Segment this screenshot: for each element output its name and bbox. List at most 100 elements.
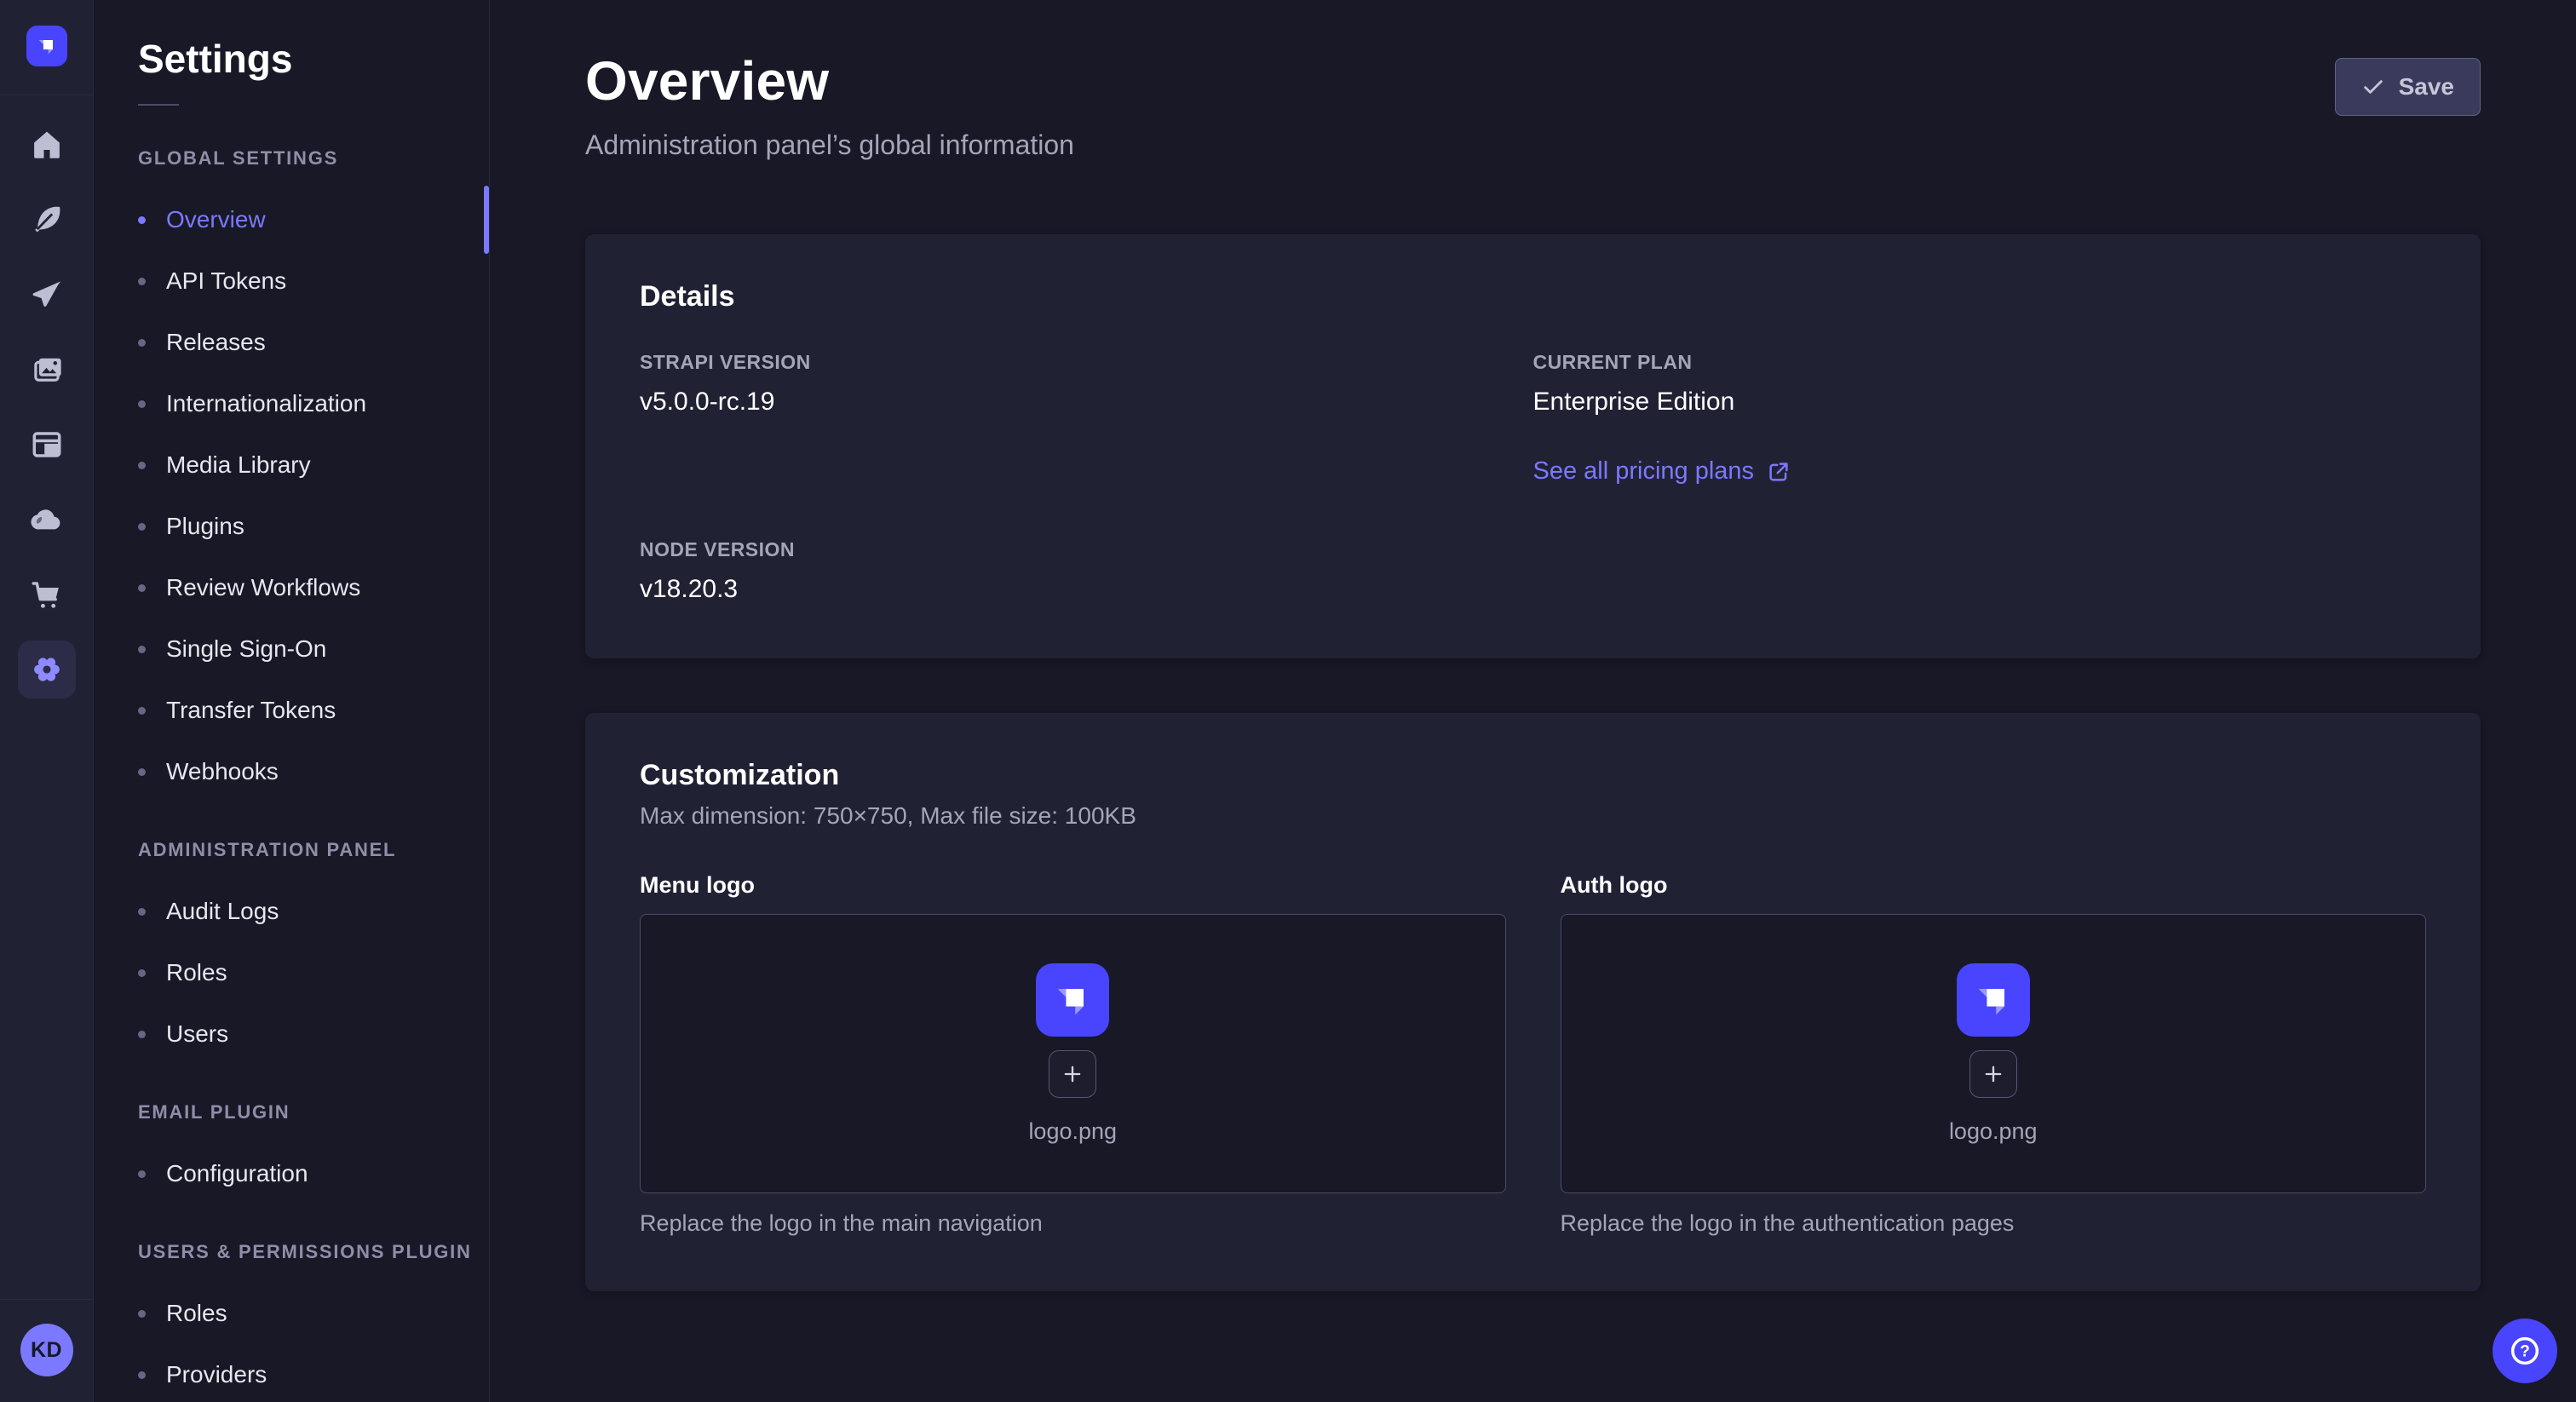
auth-logo-hint: Replace the logo in the authentication p… <box>1561 1210 2427 1237</box>
section-users-permissions-plugin: USERS & PERMISSIONS PLUGIN <box>94 1221 489 1283</box>
nav-content-type-builder-button[interactable] <box>0 407 94 482</box>
question-mark-icon: ? <box>2507 1333 2543 1369</box>
settings-nav-item-roles-admin[interactable]: Roles <box>94 942 489 1003</box>
settings-subnav: Settings GLOBAL SETTINGS Overview API To… <box>94 0 490 1402</box>
customization-card: Customization Max dimension: 750×750, Ma… <box>585 713 2481 1291</box>
settings-nav-item-overview[interactable]: Overview <box>94 189 489 250</box>
settings-nav-item-configuration[interactable]: Configuration <box>94 1143 489 1204</box>
user-initials: KD <box>31 1338 62 1363</box>
current-plan-value: Enterprise Edition <box>1533 388 2427 417</box>
rail-nav <box>0 107 94 707</box>
settings-nav-item-review-workflows[interactable]: Review Workflows <box>94 557 489 618</box>
page-header: Overview Administration panel’s global i… <box>585 49 2481 161</box>
settings-nav-item-internationalization[interactable]: Internationalization <box>94 373 489 434</box>
bullet-icon <box>138 339 146 347</box>
bullet-icon <box>138 768 146 776</box>
page-title: Overview <box>585 49 1074 112</box>
strapi-logo-icon <box>1971 978 2015 1022</box>
menu-logo-hint: Replace the logo in the main navigation <box>640 1210 1506 1237</box>
rail-footer-divider <box>0 1299 93 1300</box>
bullet-icon <box>138 278 146 285</box>
current-plan-label: CURRENT PLAN <box>1533 351 2427 374</box>
main-nav-rail: KD <box>0 0 94 1402</box>
nav-settings-button[interactable] <box>18 641 76 698</box>
settings-nav-item-single-sign-on[interactable]: Single Sign-On <box>94 618 489 680</box>
settings-nav-item-audit-logs[interactable]: Audit Logs <box>94 881 489 942</box>
settings-nav-item-transfer-tokens[interactable]: Transfer Tokens <box>94 680 489 741</box>
auth-logo-preview <box>1957 963 2030 1037</box>
subnav-title-rule <box>138 104 179 106</box>
main-content: Overview Administration panel’s global i… <box>490 0 2576 1402</box>
details-title: Details <box>640 280 2426 313</box>
customization-title: Customization <box>640 759 2426 792</box>
settings-nav-item-plugins[interactable]: Plugins <box>94 496 489 557</box>
svg-text:?: ? <box>2520 1343 2530 1361</box>
auth-logo-dropzone[interactable]: logo.png <box>1561 914 2427 1193</box>
settings-nav-item-webhooks[interactable]: Webhooks <box>94 741 489 802</box>
nav-cloud-button[interactable] <box>0 482 94 557</box>
menu-logo-label: Menu logo <box>640 872 1506 899</box>
bullet-icon <box>138 1371 146 1379</box>
auth-logo-label: Auth logo <box>1561 872 2427 899</box>
active-indicator <box>484 186 489 254</box>
menu-logo-filename: logo.png <box>1028 1118 1117 1145</box>
external-link-icon <box>1766 459 1791 485</box>
cloud-icon <box>29 502 65 537</box>
strapi-logo-button[interactable] <box>26 26 67 66</box>
feather-icon <box>29 202 65 238</box>
check-icon <box>2361 75 2385 99</box>
nav-home-button[interactable] <box>0 107 94 182</box>
settings-nav-item-api-tokens[interactable]: API Tokens <box>94 250 489 312</box>
strapi-logo-icon <box>1050 978 1095 1022</box>
bullet-icon <box>138 1031 146 1038</box>
bullet-icon <box>138 646 146 653</box>
settings-nav-list: GLOBAL SETTINGS Overview API Tokens Rele… <box>94 128 489 1402</box>
node-version-field: NODE VERSION v18.20.3 <box>640 538 1533 604</box>
menu-logo-preview <box>1036 963 1109 1037</box>
layout-icon <box>29 427 65 463</box>
save-button-label: Save <box>2399 73 2454 101</box>
save-button[interactable]: Save <box>2335 58 2481 116</box>
settings-nav-item-releases[interactable]: Releases <box>94 312 489 373</box>
help-button[interactable]: ? <box>2493 1319 2557 1383</box>
auth-logo-add-button[interactable] <box>1969 1050 2017 1098</box>
details-grid: STRAPI VERSION v5.0.0-rc.19 CURRENT PLAN… <box>640 351 2426 604</box>
strapi-version-value: v5.0.0-rc.19 <box>640 388 1533 417</box>
paper-plane-icon <box>29 277 65 313</box>
subnav-title: Settings <box>138 36 489 82</box>
menu-logo-add-button[interactable] <box>1049 1050 1096 1098</box>
nav-media-library-button[interactable] <box>0 332 94 407</box>
gear-icon <box>29 652 65 687</box>
bullet-icon <box>138 584 146 592</box>
user-avatar[interactable]: KD <box>20 1324 73 1376</box>
settings-nav-item-media-library[interactable]: Media Library <box>94 434 489 496</box>
settings-nav-item-roles-up[interactable]: Roles <box>94 1283 489 1344</box>
nav-releases-button[interactable] <box>0 257 94 332</box>
bullet-icon <box>138 400 146 408</box>
bullet-icon <box>138 1310 146 1318</box>
nav-marketplace-button[interactable] <box>0 557 94 632</box>
section-global-settings: GLOBAL SETTINGS <box>94 128 489 189</box>
details-card: Details STRAPI VERSION v5.0.0-rc.19 CURR… <box>585 234 2481 658</box>
current-plan-field: CURRENT PLAN Enterprise Edition See all … <box>1533 351 2427 486</box>
bullet-icon <box>138 216 146 224</box>
rail-footer: KD <box>0 1299 93 1402</box>
bullet-icon <box>138 462 146 469</box>
strapi-version-field: STRAPI VERSION v5.0.0-rc.19 <box>640 351 1533 486</box>
section-email-plugin: EMAIL PLUGIN <box>94 1082 489 1143</box>
customization-subtitle: Max dimension: 750×750, Max file size: 1… <box>640 802 2426 830</box>
section-administration-panel: ADMINISTRATION PANEL <box>94 819 489 881</box>
pricing-plans-link[interactable]: See all pricing plans <box>1533 457 1792 486</box>
settings-nav-item-providers[interactable]: Providers <box>94 1344 489 1402</box>
plus-icon <box>1981 1062 2005 1086</box>
strapi-logo-icon <box>35 34 59 58</box>
home-icon <box>29 127 65 163</box>
menu-logo-dropzone[interactable]: logo.png <box>640 914 1506 1193</box>
bullet-icon <box>138 523 146 531</box>
images-icon <box>29 352 65 388</box>
settings-nav-item-users[interactable]: Users <box>94 1003 489 1065</box>
bullet-icon <box>138 1170 146 1178</box>
pricing-plans-link-label: See all pricing plans <box>1533 457 1755 486</box>
bullet-icon <box>138 908 146 916</box>
nav-content-manager-button[interactable] <box>0 182 94 257</box>
